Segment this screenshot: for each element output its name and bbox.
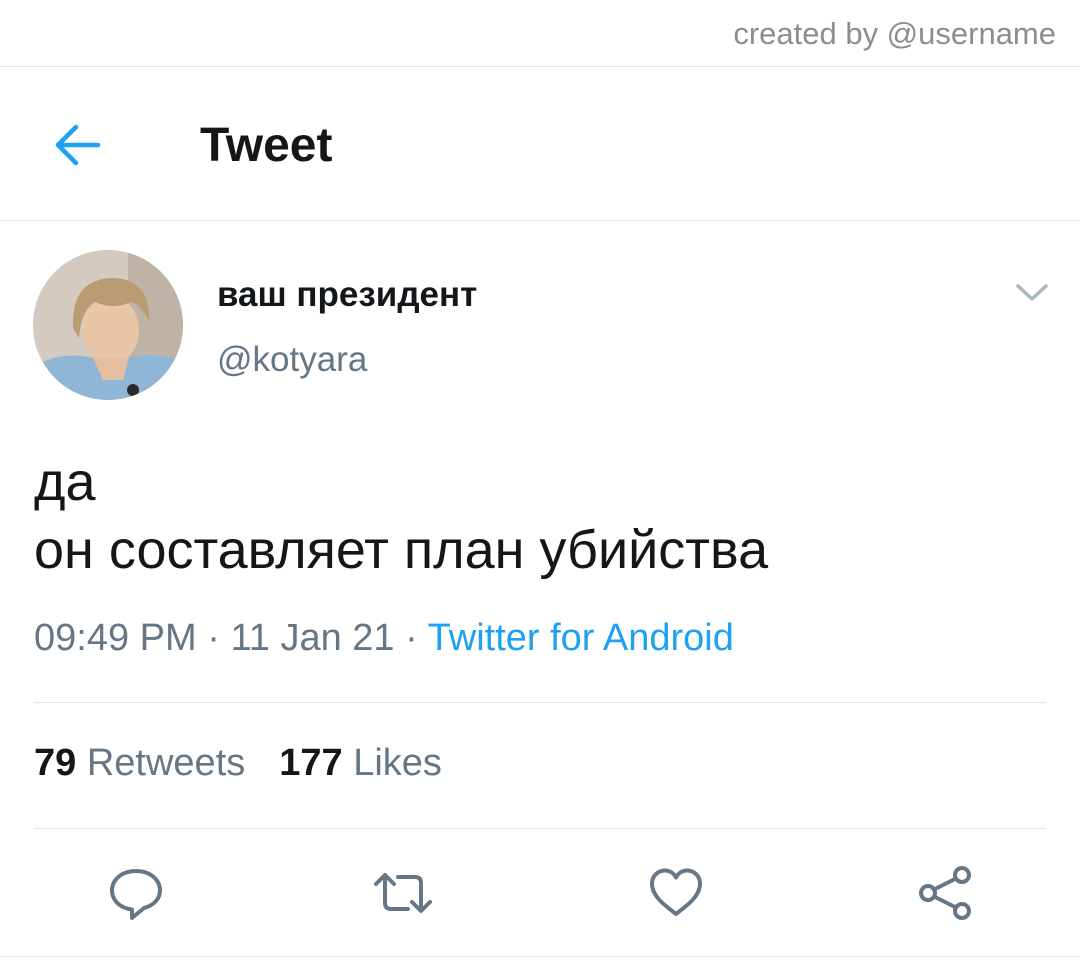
back-button[interactable] [50, 122, 104, 168]
divider [34, 702, 1046, 703]
tweet-text-line: да [34, 452, 96, 512]
tweet-date: 11 Jan 21 [230, 617, 395, 659]
like-button[interactable] [645, 862, 707, 924]
tweet-time: 09:49 PM [34, 617, 197, 659]
share-icon [919, 866, 971, 920]
chevron-down-icon [1016, 284, 1048, 301]
likes-count: 177 [279, 742, 343, 784]
retweets-count: 79 [34, 742, 77, 784]
meta-separator: · [394, 617, 428, 659]
watermark: created by @username [733, 16, 1056, 51]
tweet-text: да он составляет план убийства [34, 448, 768, 584]
tweet-source-link[interactable]: Twitter for Android [428, 617, 734, 659]
share-button[interactable] [915, 862, 977, 924]
retweet-icon [374, 873, 432, 913]
reply-icon [110, 869, 162, 920]
author-handle[interactable]: @kotyara [217, 340, 367, 380]
divider [0, 956, 1080, 957]
tweet-text-line: он составляет план убийства [34, 520, 769, 580]
tweet-detail-screen: created by @username Tweet ваш президент… [0, 0, 1080, 976]
divider [0, 66, 1080, 67]
page-title: Tweet [200, 119, 333, 172]
reply-button[interactable] [105, 862, 167, 924]
retweets-stat[interactable]: 79 Retweets [34, 742, 245, 784]
meta-separator: · [196, 617, 231, 659]
tweet-stats: 79 Retweets 177 Likes [34, 742, 442, 785]
avatar[interactable] [33, 250, 183, 400]
avatar-image [33, 250, 183, 400]
retweet-button[interactable] [372, 862, 434, 924]
retweets-label: Retweets [86, 742, 246, 784]
author-name[interactable]: ваш президент [217, 275, 477, 315]
like-icon [650, 868, 702, 916]
divider [34, 828, 1046, 829]
divider [0, 220, 1080, 221]
likes-stat[interactable]: 177 Likes [279, 742, 442, 784]
likes-label: Likes [353, 742, 442, 784]
tweet-menu-button[interactable] [1012, 278, 1052, 306]
tweet-meta: 09:49 PM · 11 Jan 21 · Twitter for Andro… [34, 617, 734, 660]
arrow-left-icon [55, 124, 101, 166]
